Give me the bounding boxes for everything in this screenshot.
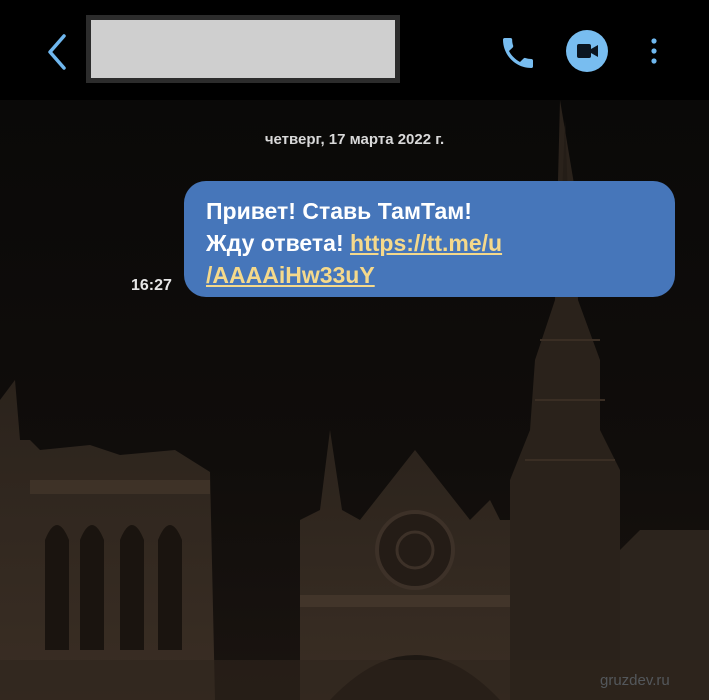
- message-timestamp: 16:27: [131, 277, 172, 294]
- message-line: /AAAAiHw33uY: [206, 259, 655, 291]
- watermark: gruzdev.ru: [600, 672, 670, 689]
- contact-name-redacted[interactable]: [86, 15, 400, 83]
- message-text: Жду ответа!: [206, 230, 351, 256]
- message-link[interactable]: https://tt.me/u: [350, 230, 502, 256]
- chat-header: [0, 0, 709, 100]
- video-camera-icon: [577, 44, 598, 58]
- message-bubble[interactable]: Привет! Ставь ТамТам! Жду ответа! https:…: [184, 181, 675, 297]
- chat-area[interactable]: четверг, 17 марта 2022 г. Привет! Ставь …: [0, 100, 709, 700]
- phone-icon: [503, 38, 533, 68]
- call-button[interactable]: [498, 33, 538, 73]
- more-options-button[interactable]: [642, 34, 666, 70]
- more-vertical-icon: [651, 38, 657, 64]
- video-call-button[interactable]: [566, 30, 608, 72]
- message-line: Привет! Ставь ТамТам!: [206, 198, 472, 224]
- back-button[interactable]: [40, 32, 76, 72]
- chevron-left-icon: [48, 34, 66, 70]
- message-line: Жду ответа! https://tt.me/u: [206, 227, 655, 259]
- message-link-continuation[interactable]: /AAAAiHw33uY: [206, 262, 375, 288]
- date-separator: четверг, 17 марта 2022 г.: [264, 131, 445, 148]
